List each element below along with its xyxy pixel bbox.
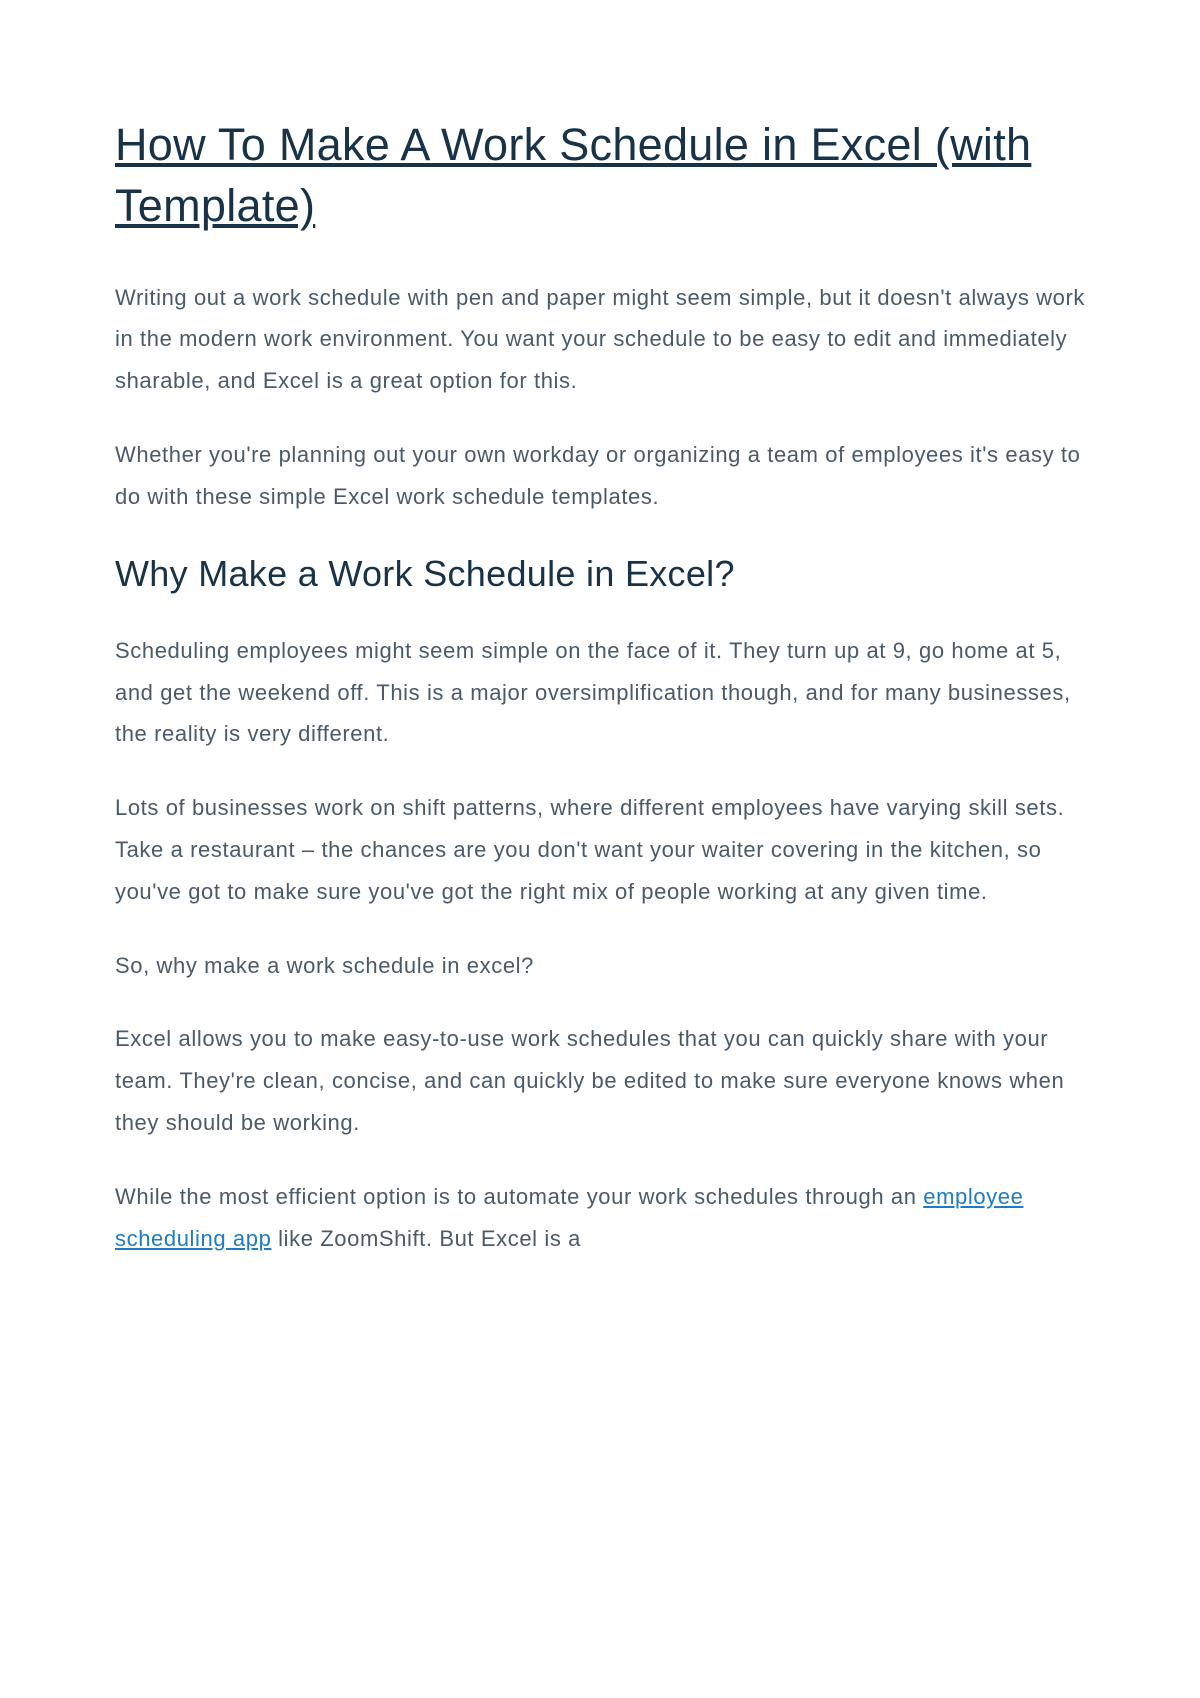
section-heading-why: Why Make a Work Schedule in Excel? [115,549,1085,599]
body-paragraph-5: While the most efficient option is to au… [115,1176,1085,1260]
body-paragraph-5-before: While the most efficient option is to au… [115,1184,923,1209]
body-paragraph-5-after: like ZoomShift. But Excel is a [271,1226,581,1251]
body-paragraph-2: Lots of businesses work on shift pattern… [115,787,1085,912]
body-paragraph-3: So, why make a work schedule in excel? [115,945,1085,987]
body-paragraph-4: Excel allows you to make easy-to-use wor… [115,1018,1085,1143]
intro-paragraph-1: Writing out a work schedule with pen and… [115,277,1085,402]
page-title: How To Make A Work Schedule in Excel (wi… [115,115,1085,237]
body-paragraph-1: Scheduling employees might seem simple o… [115,630,1085,755]
intro-paragraph-2: Whether you're planning out your own wor… [115,434,1085,518]
